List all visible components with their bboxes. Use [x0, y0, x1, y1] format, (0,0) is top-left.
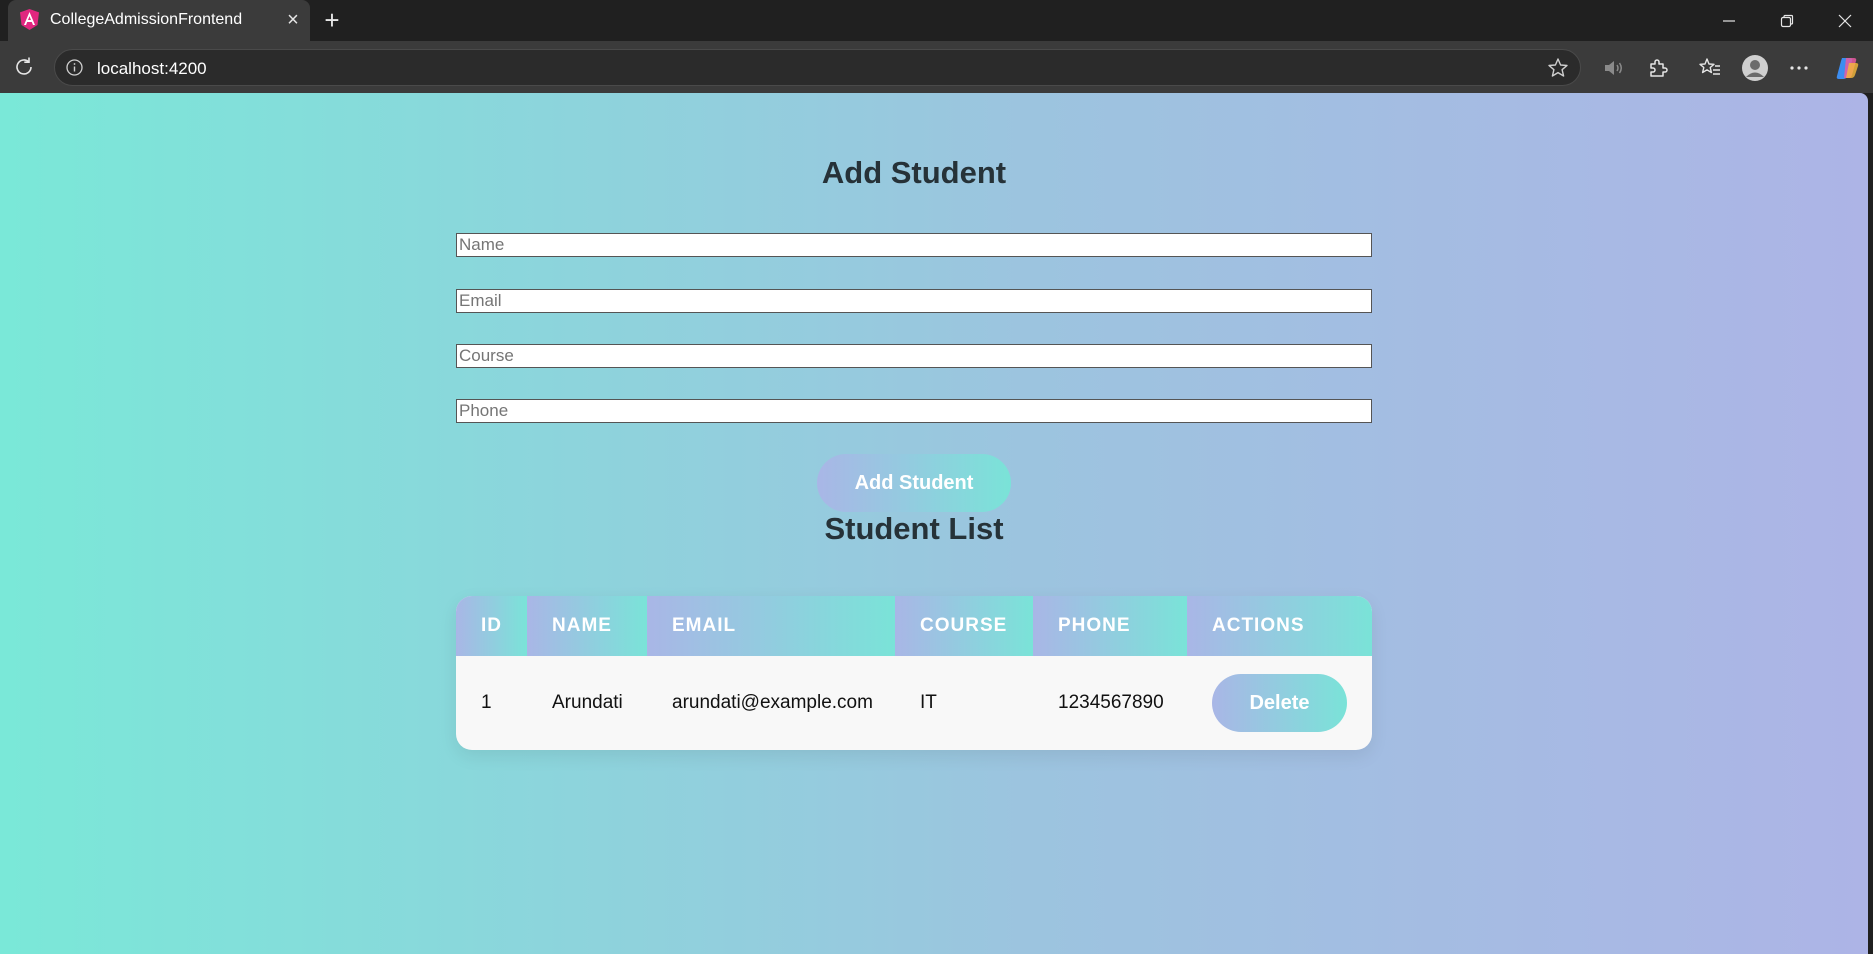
name-input[interactable] — [456, 233, 1372, 257]
profile-avatar-icon[interactable] — [1740, 53, 1770, 83]
angular-logo-icon — [20, 9, 39, 30]
window-close-icon[interactable] — [1825, 8, 1865, 34]
window-minimize-icon[interactable] — [1709, 8, 1749, 34]
browser-tab-bar: CollegeAdmissionFrontend × + — [0, 0, 1873, 41]
cell-email: arundati@example.com — [672, 692, 873, 713]
extensions-icon[interactable] — [1643, 53, 1673, 83]
favorites-icon[interactable] — [1695, 53, 1725, 83]
student-table: ID NAME EMAIL COURSE PHONE ACTIONS 1 Aru… — [456, 596, 1372, 750]
new-tab-icon[interactable]: + — [318, 7, 346, 35]
favorite-star-icon[interactable] — [1547, 57, 1569, 79]
address-bar[interactable]: localhost:4200 — [54, 49, 1581, 86]
page-viewport: Add Student Add Student Student List ID … — [0, 93, 1868, 954]
site-info-icon[interactable] — [65, 58, 84, 77]
student-list-heading: Student List — [824, 511, 1004, 546]
student-table-container: ID NAME EMAIL COURSE PHONE ACTIONS 1 Aru… — [456, 596, 1372, 750]
tab-close-icon[interactable]: × — [283, 10, 303, 30]
add-student-button[interactable]: Add Student — [817, 454, 1011, 512]
cell-name: Arundati — [552, 692, 623, 713]
tab-title: CollegeAdmissionFrontend — [50, 11, 243, 28]
delete-button[interactable]: Delete — [1212, 674, 1347, 732]
column-header-phone: PHONE — [1033, 596, 1187, 656]
reload-icon[interactable] — [10, 53, 38, 81]
window-restore-icon[interactable] — [1767, 8, 1807, 34]
column-header-name: NAME — [527, 596, 647, 656]
browser-tab[interactable]: CollegeAdmissionFrontend × — [8, 0, 310, 41]
read-aloud-icon[interactable] — [1598, 53, 1628, 83]
email-input[interactable] — [456, 289, 1372, 313]
column-header-course: COURSE — [895, 596, 1033, 656]
copilot-icon[interactable] — [1832, 53, 1862, 83]
more-options-icon[interactable] — [1784, 53, 1814, 83]
browser-toolbar: localhost:4200 — [0, 41, 1873, 93]
table-header-row: ID NAME EMAIL COURSE PHONE ACTIONS — [456, 596, 1372, 656]
add-student-heading: Add Student — [821, 155, 1007, 190]
cell-phone: 1234567890 — [1058, 692, 1164, 713]
phone-input[interactable] — [456, 399, 1372, 423]
url-text[interactable]: localhost:4200 — [97, 59, 207, 79]
table-row: 1 Arundati arundati@example.com IT 12345… — [456, 656, 1372, 750]
column-header-id: ID — [456, 596, 527, 656]
cell-course: IT — [920, 692, 937, 713]
column-header-actions: ACTIONS — [1187, 596, 1372, 656]
cell-id: 1 — [481, 692, 492, 713]
column-header-email: EMAIL — [647, 596, 895, 656]
cell-actions: Delete — [1187, 656, 1372, 750]
course-input[interactable] — [456, 344, 1372, 368]
